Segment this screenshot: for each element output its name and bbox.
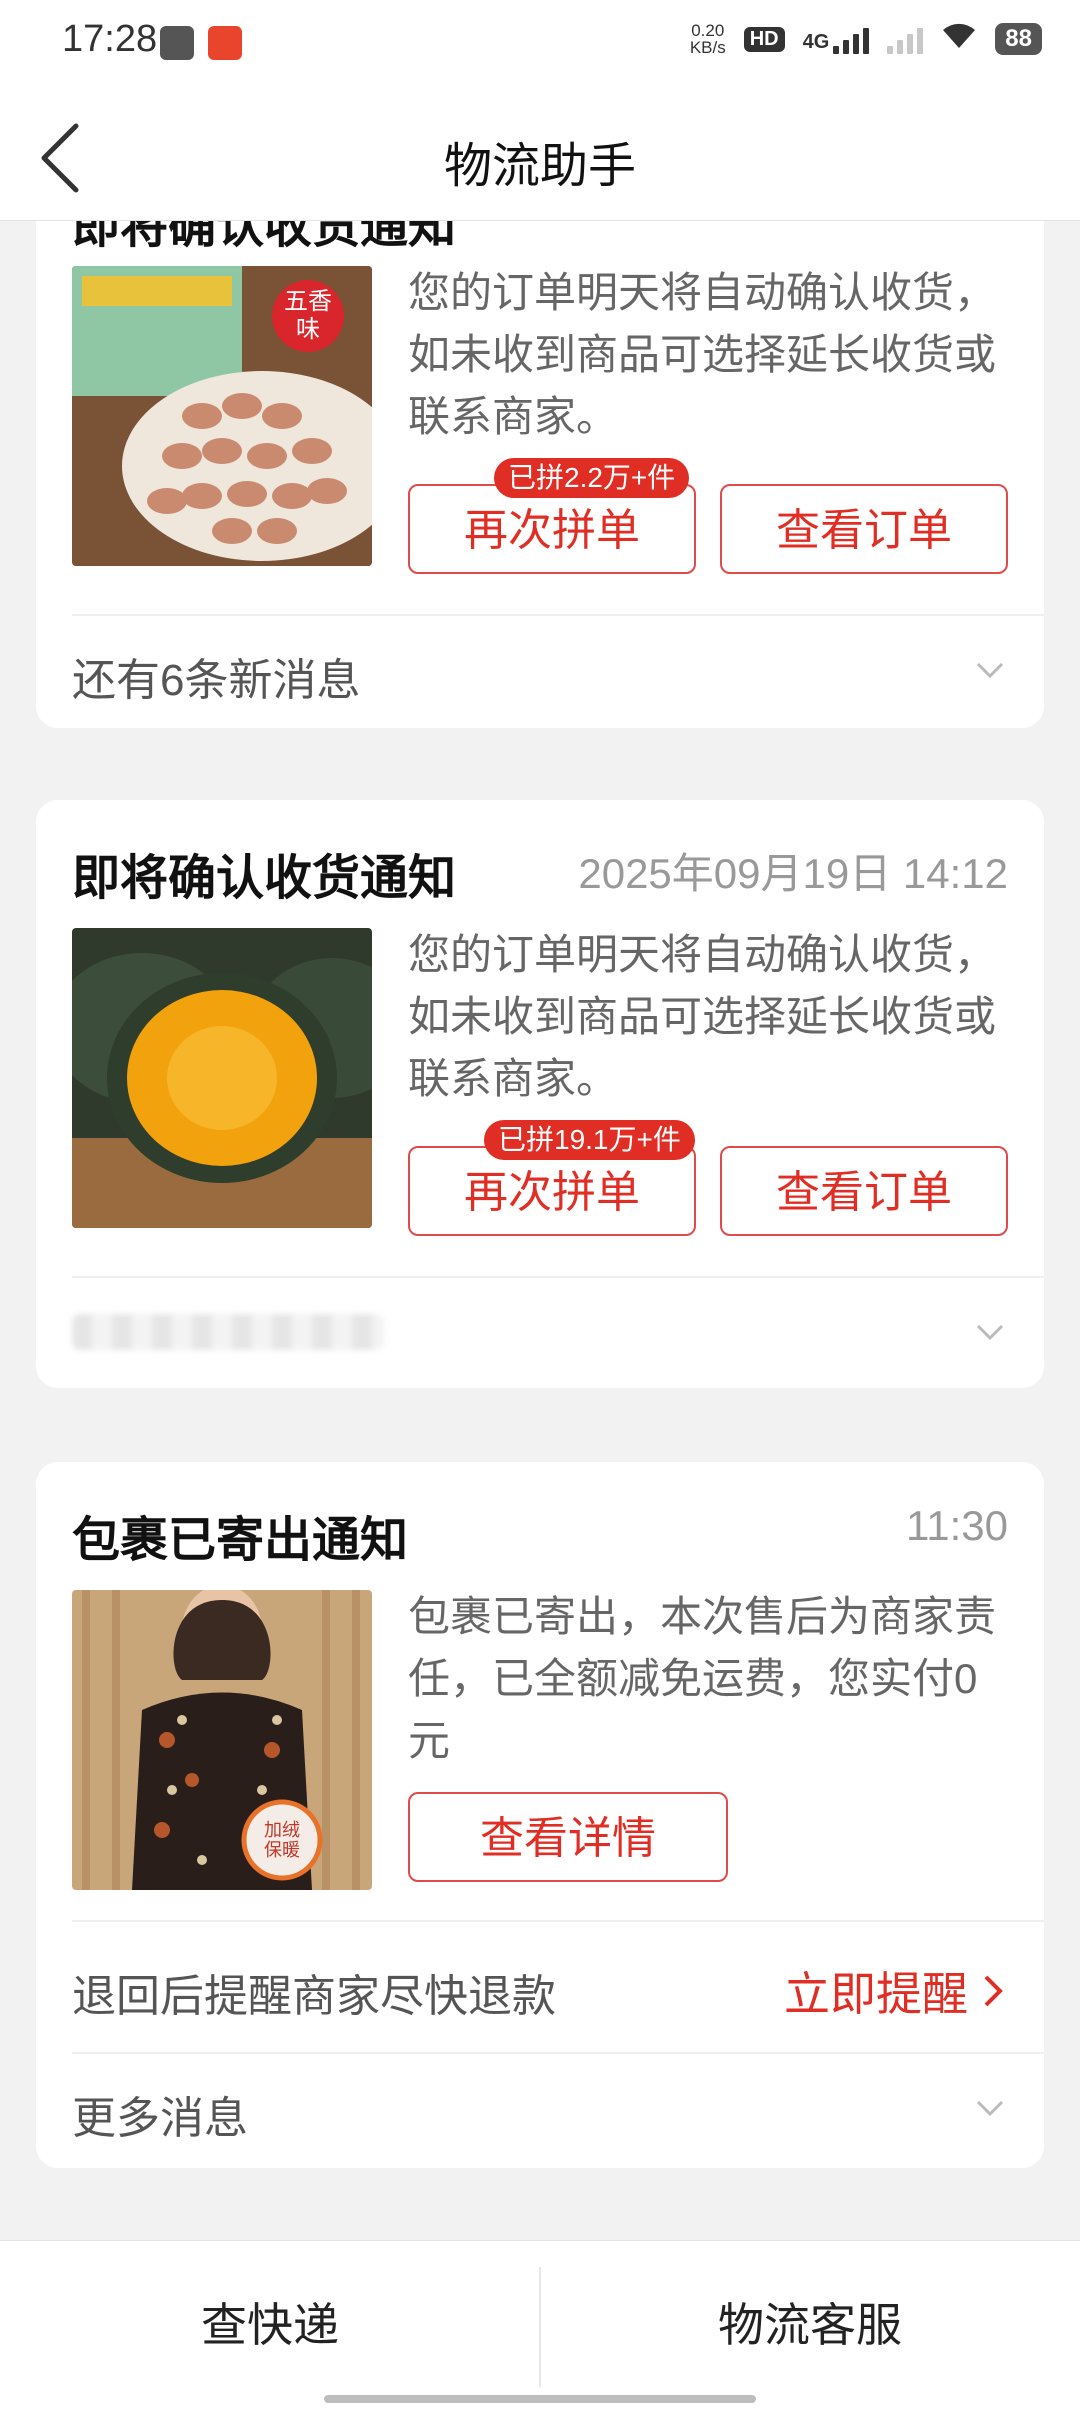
hd-icon: HD bbox=[743, 26, 785, 52]
card-timestamp: 11:30 bbox=[906, 1502, 1008, 1549]
page-title: 物流助手 bbox=[443, 140, 636, 193]
product-image-pumpkin[interactable] bbox=[72, 928, 372, 1228]
status-indicators: 0.20 KB/s HD 4G 88 bbox=[690, 20, 1042, 58]
status-bar: 17:28 0.20 KB/s HD 4G 88 bbox=[0, 0, 1080, 90]
track-express-button[interactable]: 查快递 bbox=[0, 2241, 540, 2409]
more-messages-text: 更多消息 bbox=[72, 2094, 248, 2143]
product-image-peanuts[interactable]: 五香味 bbox=[72, 266, 372, 566]
more-messages-text: 还有6条新消息 bbox=[72, 656, 361, 705]
reorder-button[interactable]: 再次拼单 已拼2.2万+件 bbox=[408, 458, 696, 574]
status-time: 17:28 bbox=[62, 18, 158, 60]
more-messages-row[interactable] bbox=[36, 1278, 1044, 1386]
card-description: 您的订单明天将自动确认收货，如未收到商品可选择延长收货或联系商家。 bbox=[408, 269, 997, 440]
product-image-cardigan[interactable]: 加绒保暖 bbox=[72, 1590, 372, 1890]
warm-lining-badge: 加绒保暖 bbox=[264, 1820, 300, 1860]
card-title: 包裹已寄出通知 bbox=[72, 1514, 409, 1567]
remind-now-link[interactable]: 立即提醒 bbox=[784, 1958, 1004, 2024]
card-timestamp: 2025年09月19日 14:12 bbox=[578, 850, 1008, 897]
view-order-button[interactable]: 查看订单 bbox=[720, 484, 1008, 574]
logistics-service-button[interactable]: 物流客服 bbox=[540, 2241, 1080, 2409]
chevron-down-icon bbox=[976, 1324, 1004, 1341]
sold-count-badge: 已拼2.2万+件 bbox=[494, 458, 690, 498]
home-indicator[interactable] bbox=[324, 2395, 756, 2403]
chevron-down-icon bbox=[976, 2100, 1004, 2117]
chevron-right-icon bbox=[984, 1975, 1003, 2007]
view-order-button[interactable]: 查看订单 bbox=[720, 1146, 1008, 1236]
remind-merchant-text: 退回后提醒商家尽快退款 bbox=[72, 1972, 556, 2021]
sold-count-badge: 已拼19.1万+件 bbox=[484, 1120, 695, 1160]
app-notification-icon bbox=[160, 26, 194, 60]
news-app-icon bbox=[208, 26, 242, 60]
status-app-icons bbox=[160, 26, 242, 60]
more-messages-row[interactable]: 更多消息 bbox=[36, 2054, 1044, 2166]
reorder-button[interactable]: 再次拼单 已拼19.1万+件 bbox=[408, 1120, 696, 1236]
signal-sim2-icon bbox=[887, 24, 924, 54]
remind-merchant-row[interactable]: 退回后提醒商家尽快退款 立即提醒 bbox=[36, 1922, 1044, 2052]
view-detail-button[interactable]: 查看详情 bbox=[408, 1792, 728, 1882]
notification-card-1: 即将确认收货通知 五香味 您的订单明天将自动确认收货，如未收到商品可选择延长收货… bbox=[36, 200, 1044, 728]
card-description: 您的订单明天将自动确认收货，如未收到商品可选择延长收货或联系商家。 bbox=[408, 931, 997, 1102]
chevron-down-icon bbox=[976, 662, 1004, 679]
wifi-icon bbox=[941, 20, 977, 58]
card-description: 包裹已寄出，本次售后为商家责任，已全额减免运费，您实付0元 bbox=[408, 1593, 997, 1764]
battery-icon: 88 bbox=[995, 23, 1042, 55]
more-messages-row[interactable]: 还有6条新消息 bbox=[36, 616, 1044, 726]
flavor-badge: 五香味 bbox=[284, 288, 332, 343]
card-title: 即将确认收货通知 bbox=[72, 852, 457, 905]
signal-4g-icon: 4G bbox=[803, 24, 870, 54]
notification-card-3: 包裹已寄出通知 11:30 加绒保暖 包裹已寄出，本次售后为商家责任，已全额减免… bbox=[36, 1462, 1044, 2168]
network-speed: 0.20 KB/s bbox=[689, 21, 726, 57]
notification-card-2: 即将确认收货通知 2025年09月19日 14:12 您的订单明天将自动确认收货… bbox=[36, 800, 1044, 1388]
bottom-action-bar: 查快递 物流客服 bbox=[0, 2240, 1080, 2409]
blurred-text bbox=[72, 1314, 384, 1350]
